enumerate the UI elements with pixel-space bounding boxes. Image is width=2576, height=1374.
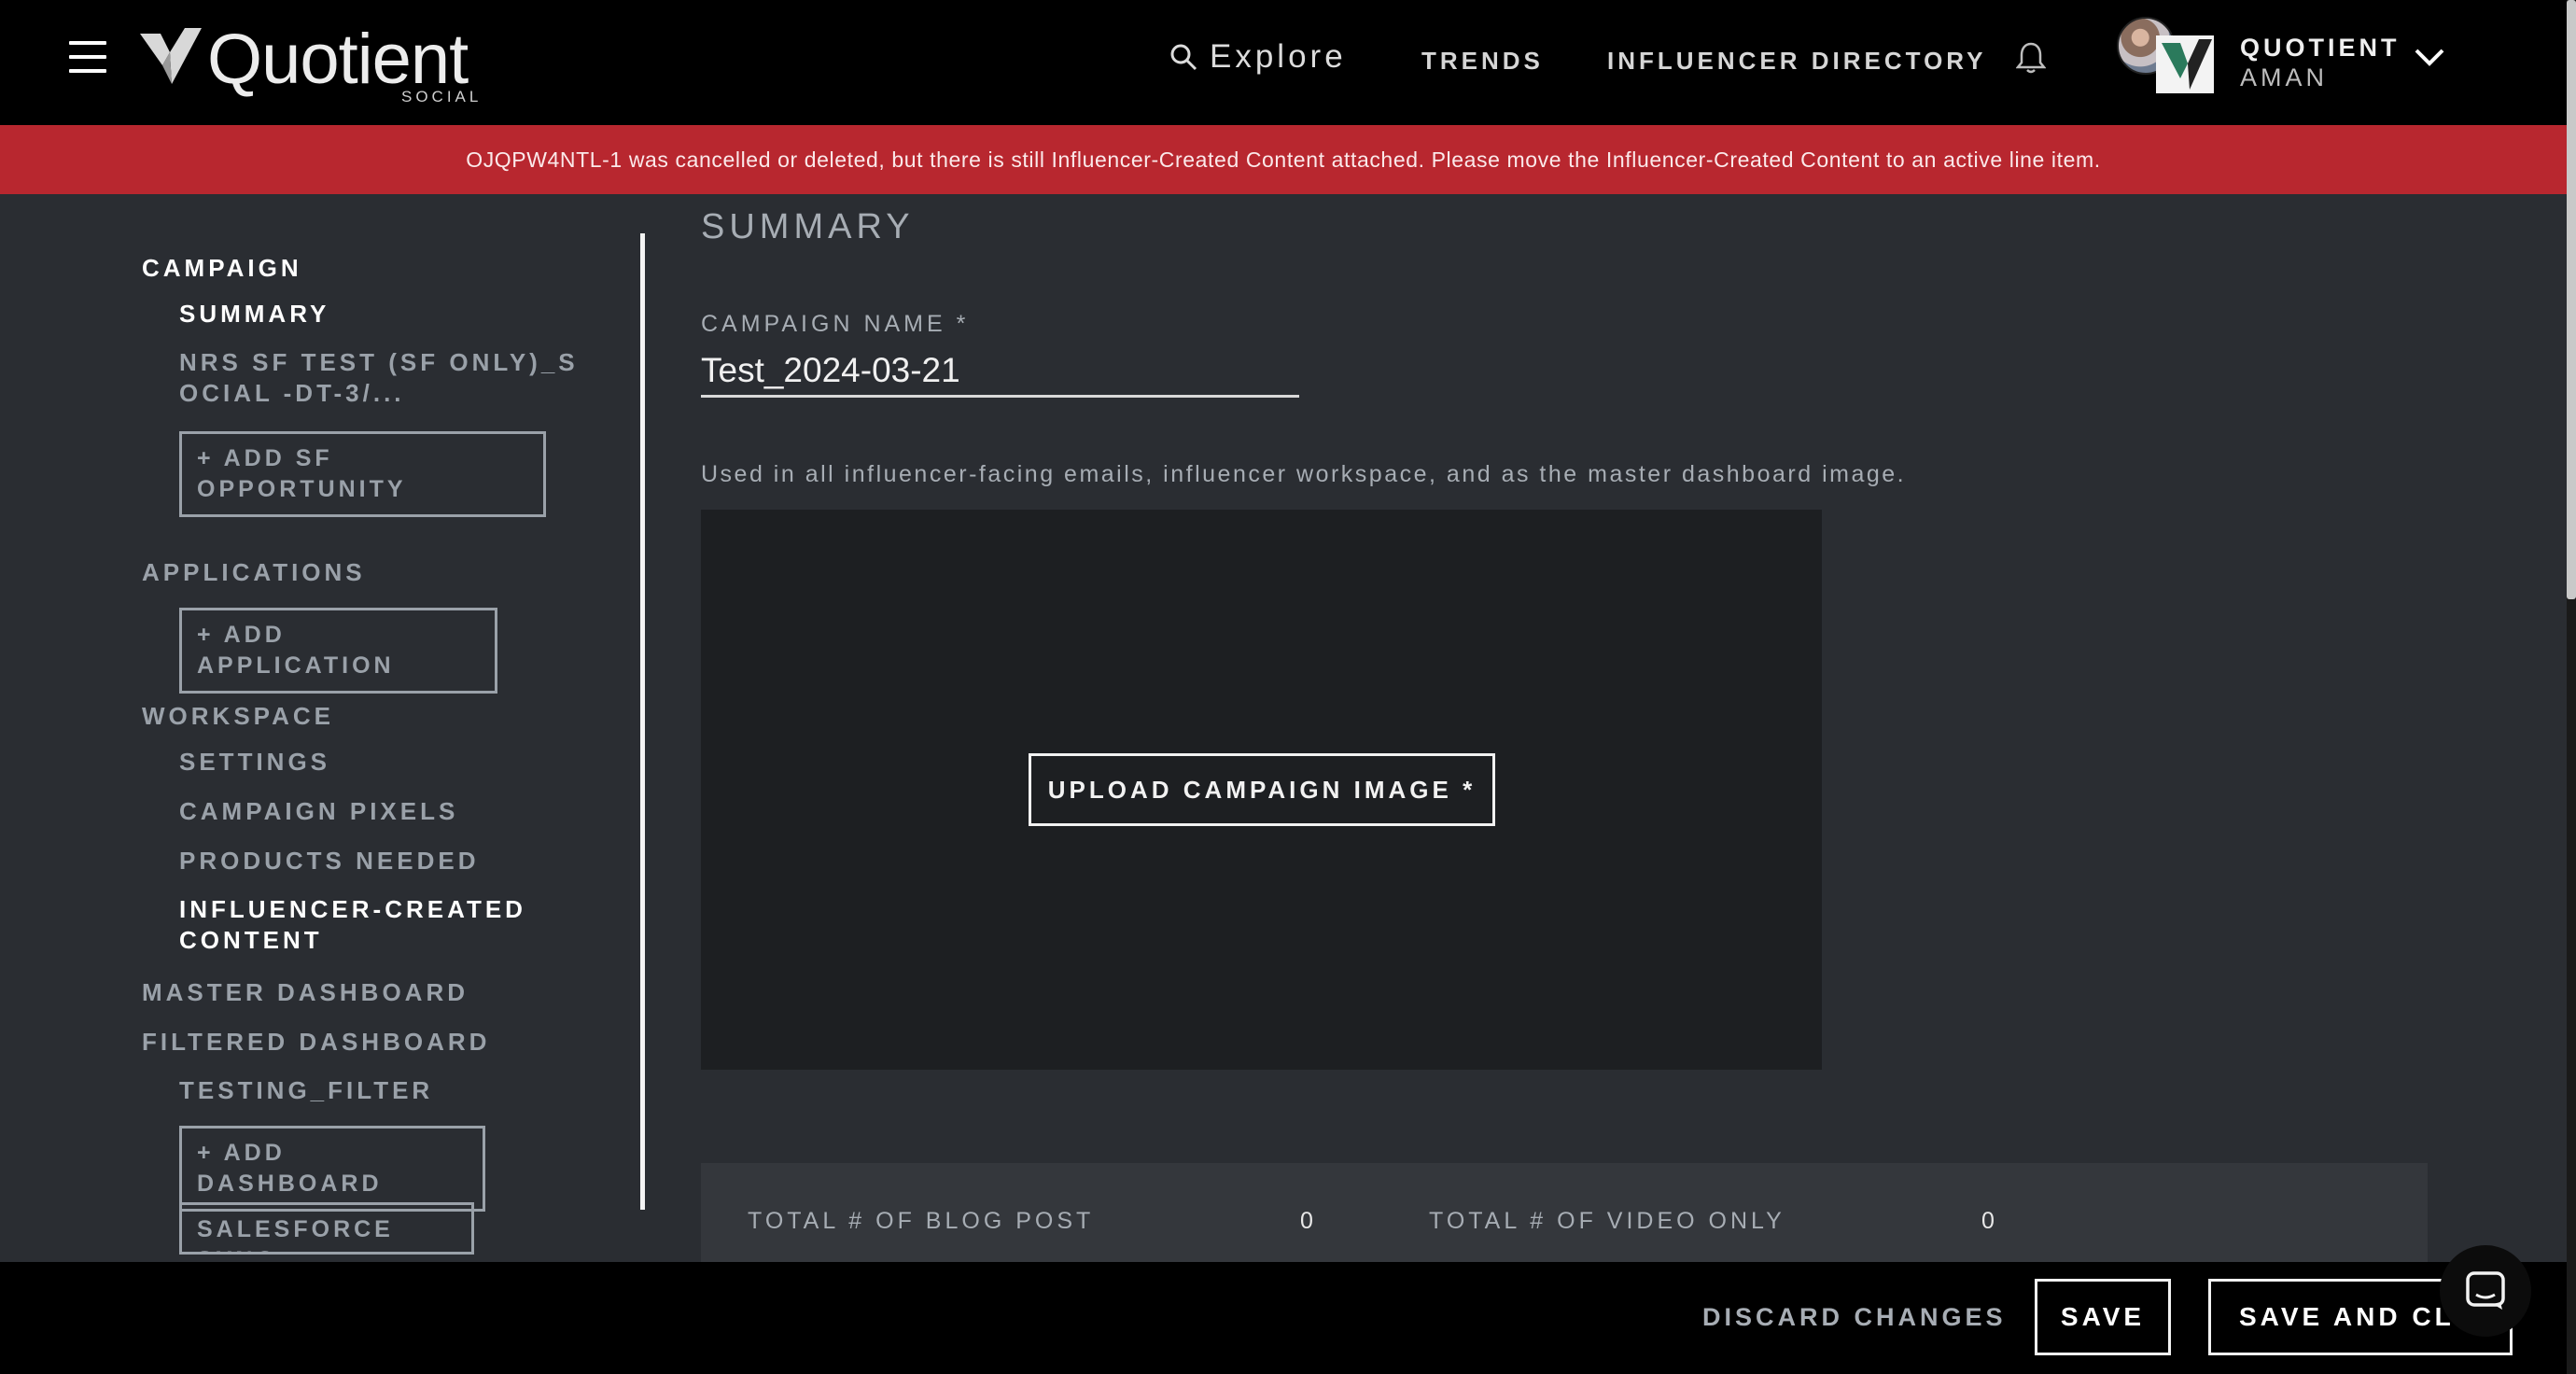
discard-changes-button[interactable]: DISCARD CHANGES	[1702, 1303, 2007, 1332]
chat-support-button[interactable]	[2440, 1245, 2531, 1337]
sidebar-item-products-needed[interactable]: PRODUCTS NEEDED	[179, 846, 479, 876]
sidebar-heading-workspace[interactable]: WORKSPACE	[142, 702, 334, 731]
add-sf-opportunity-button[interactable]: + ADD SF OPPORTUNITY	[179, 431, 546, 517]
section-title: SUMMARY	[701, 207, 915, 246]
campaign-sidebar: CAMPAIGN SUMMARY NRS SF TEST (SF ONLY)_S…	[0, 194, 653, 1262]
alert-message: OJQPW4NTL-1 was cancelled or deleted, bu…	[466, 147, 2101, 172]
sidebar-heading-filtered-dashboard[interactable]: FILTERED DASHBOARD	[142, 1028, 490, 1057]
search-icon	[1170, 44, 1197, 71]
chat-icon	[2466, 1271, 2505, 1310]
user-name: AMAN	[2240, 63, 2329, 91]
stat-label: TOTAL # OF VIDEO ONLY	[1429, 1208, 1785, 1234]
sidebar-item-influencer-created-content[interactable]: INFLUENCER-CREATED CONTENT	[179, 894, 526, 956]
add-application-button[interactable]: + ADD APPLICATION	[179, 608, 497, 694]
brand-logo[interactable]: Quotient SOCIAL	[140, 20, 485, 108]
error-alert-banner: OJQPW4NTL-1 was cancelled or deleted, bu…	[0, 125, 2567, 194]
sidebar-item-campaign-pixels[interactable]: CAMPAIGN PIXELS	[179, 796, 458, 827]
sidebar-heading-campaign[interactable]: CAMPAIGN	[142, 254, 302, 283]
org-logo-avatar	[2156, 35, 2214, 93]
sidebar-item-settings[interactable]: SETTINGS	[179, 747, 330, 778]
notification-bell-icon[interactable]	[2016, 41, 2046, 75]
user-avatar[interactable]	[2117, 15, 2218, 93]
nav-trends[interactable]: TRENDS	[1421, 47, 1544, 76]
salesforce-sync-button[interactable]: SALESFORCE SYNC	[179, 1202, 474, 1255]
add-dashboard-button[interactable]: + ADD DASHBOARD	[179, 1126, 485, 1212]
action-footer: DISCARD CHANGES SAVE SAVE AND CLOSE	[0, 1262, 2567, 1374]
add-sf-line-1: + ADD SF	[197, 445, 333, 471]
sidebar-divider	[640, 233, 645, 1210]
sidebar-item-testing-filter[interactable]: TESTING_FILTER	[179, 1075, 433, 1106]
campaign-editor-page: Quotient SOCIAL Explore TRENDS INFLUENCE…	[0, 0, 2576, 1374]
logo-mark-icon	[140, 28, 202, 84]
user-org-name: QUOTIENT	[2240, 34, 2401, 62]
stat-value: 0	[1300, 1208, 1313, 1234]
stat-label: TOTAL # OF BLOG POST	[748, 1208, 1095, 1234]
icc-line-1: INFLUENCER-CREATED	[179, 895, 526, 923]
brand-subtitle: SOCIAL	[401, 88, 483, 105]
opportunity-line-2: OCIAL -DT-3/...	[179, 379, 405, 407]
icc-line-2: CONTENT	[179, 926, 323, 954]
upload-campaign-image-button[interactable]: UPLOAD CAMPAIGN IMAGE *	[1029, 753, 1495, 826]
add-sf-line-2: OPPORTUNITY	[197, 476, 407, 502]
sidebar-item-summary[interactable]: SUMMARY	[179, 299, 329, 329]
sidebar-heading-applications[interactable]: APPLICATIONS	[142, 558, 366, 587]
top-navigation: Quotient SOCIAL Explore TRENDS INFLUENCE…	[0, 0, 2567, 125]
nav-explore-label: Explore	[1210, 38, 1347, 75]
campaign-name-label: CAMPAIGN NAME *	[701, 311, 970, 337]
nav-influencer-directory[interactable]: INFLUENCER DIRECTORY	[1607, 47, 1986, 76]
menu-icon[interactable]	[69, 41, 106, 78]
save-button[interactable]: SAVE	[2035, 1279, 2171, 1355]
chevron-down-icon[interactable]	[2414, 47, 2445, 67]
page-scrollbar-thumb[interactable]	[2567, 0, 2576, 599]
nav-explore[interactable]: Explore	[1169, 34, 1347, 80]
sidebar-item-opportunity[interactable]: NRS SF TEST (SF ONLY)_S OCIAL -DT-3/...	[179, 347, 579, 409]
content-stats-panel: TOTAL # OF BLOG POST 0 TOTAL # OF VIDEO …	[701, 1163, 2428, 1266]
sidebar-heading-master-dashboard[interactable]: MASTER DASHBOARD	[142, 978, 469, 1007]
campaign-image-help-text: Used in all influencer-facing emails, in…	[701, 461, 1907, 487]
stat-value: 0	[1981, 1208, 1995, 1234]
campaign-name-input[interactable]	[701, 345, 1299, 398]
opportunity-line-1: NRS SF TEST (SF ONLY)_S	[179, 348, 579, 376]
